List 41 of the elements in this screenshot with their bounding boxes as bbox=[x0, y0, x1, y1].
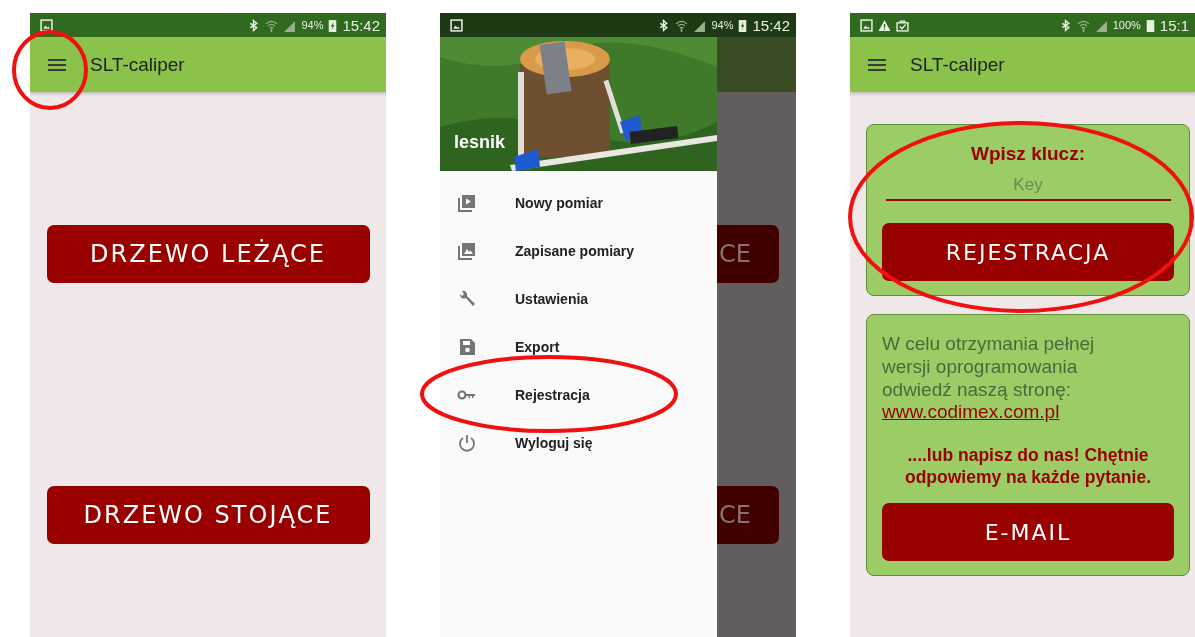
status-time: 15:42 bbox=[752, 16, 790, 34]
power-icon bbox=[457, 433, 477, 453]
drawer-item[interactable]: Rejestracja bbox=[440, 371, 717, 419]
menu-icon[interactable] bbox=[868, 58, 886, 71]
wifi-icon bbox=[265, 18, 279, 32]
app-title: SLT-caliper bbox=[90, 53, 185, 76]
wrench-icon bbox=[457, 289, 477, 309]
user-name: lesnik bbox=[454, 132, 506, 153]
email-button[interactable]: E-MAIL bbox=[882, 503, 1174, 562]
photo-library-icon bbox=[457, 241, 477, 261]
info-text: W celu otrzymania pełnej wersji oprogramowania odwiedź naszą stronę: bbox=[882, 333, 1096, 402]
key-label: Wpisz klucz: bbox=[971, 143, 1085, 165]
key-field[interactable]: Key bbox=[885, 171, 1171, 201]
video-library-icon bbox=[457, 193, 477, 213]
warning-icon bbox=[878, 18, 891, 32]
status-time: 15:1 bbox=[1159, 16, 1189, 34]
image-icon bbox=[450, 18, 463, 32]
battery-percent: 94% bbox=[711, 19, 734, 31]
drawer-item[interactable]: Export bbox=[440, 323, 717, 371]
contact-text: ....lub napisz do nas! Chętnie odpowiemy na każde pytanie. bbox=[903, 445, 1152, 490]
tree-button[interactable]: DRZEWO LEŻĄCE bbox=[46, 225, 370, 283]
bluetooth-icon bbox=[657, 18, 671, 32]
drawer-item[interactable]: Nowy pomiar bbox=[440, 179, 717, 227]
menu-icon[interactable] bbox=[48, 58, 66, 71]
battery-percent: 100% bbox=[1112, 19, 1141, 31]
wifi-icon bbox=[675, 18, 689, 32]
status-time: 15:42 bbox=[342, 16, 380, 34]
save-icon bbox=[457, 337, 477, 357]
briefcase-icon bbox=[896, 18, 909, 32]
wifi-icon bbox=[1076, 18, 1090, 32]
bluetooth-icon bbox=[247, 18, 261, 32]
drawer-item[interactable]: Wyloguj się bbox=[440, 419, 717, 467]
app-title: SLT-caliper bbox=[910, 53, 1005, 76]
battery-percent: 94% bbox=[301, 19, 324, 31]
website-link[interactable]: www.codimex.com.pl bbox=[882, 401, 1060, 424]
tree-button[interactable]: DRZEWO STOJĄCE bbox=[46, 486, 370, 544]
image-icon bbox=[40, 18, 53, 32]
drawer-item[interactable]: Ustawienia bbox=[440, 275, 717, 323]
register-button[interactable]: REJESTRACJA bbox=[882, 223, 1174, 281]
drawer-item[interactable]: Zapisane pomiary bbox=[440, 227, 717, 275]
image-icon bbox=[860, 18, 873, 32]
